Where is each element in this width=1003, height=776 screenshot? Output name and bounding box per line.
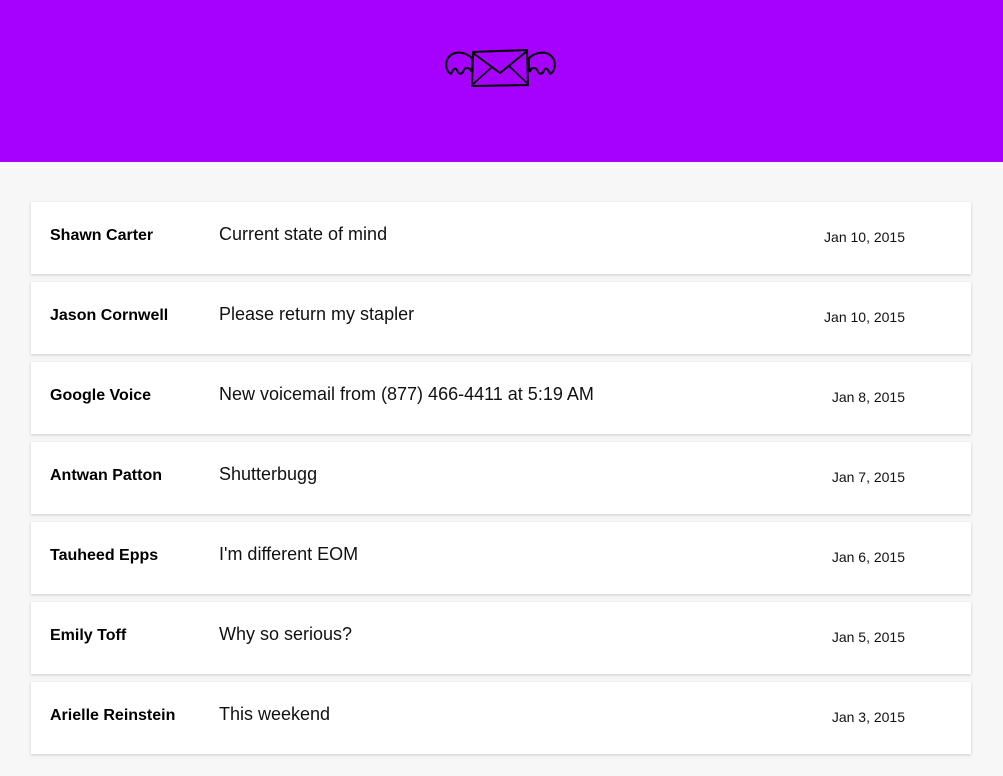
message-sender: Shawn Carter [50,227,154,244]
message-sender: Jason Cornwell [50,307,169,324]
message-subject: Please return my stapler [219,304,415,324]
message-date: Jan 7, 2015 [831,469,905,485]
message-row[interactable]: Shawn Carter Current state of mind Jan 1… [31,202,971,274]
message-sender: Antwan Patton [50,467,162,484]
message-row[interactable]: Tauheed Epps I'm different EOM Jan 6, 20… [31,522,971,594]
message-row[interactable]: Antwan Patton Shutterbugg Jan 7, 2015 [31,442,971,514]
message-row[interactable]: Google Voice New voicemail from (877) 46… [31,362,971,434]
message-date: Jan 10, 2015 [824,229,905,245]
message-date: Jan 10, 2015 [824,309,905,325]
app-header [0,0,1003,162]
message-subject: New voicemail from (877) 466-4411 at 5:1… [219,384,594,404]
message-date: Jan 3, 2015 [831,709,905,725]
message-subject: Current state of mind [219,224,388,244]
message-subject: I'm different EOM [219,544,359,564]
message-date: Jan 5, 2015 [831,629,905,645]
message-sender: Google Voice [50,387,152,404]
message-date: Jan 6, 2015 [831,549,905,565]
message-subject: Shutterbugg [219,464,318,484]
message-sender: Arielle Reinstein [50,707,176,724]
message-subject: This weekend [219,704,331,724]
message-date: Jan 8, 2015 [831,389,905,405]
winged-envelope-icon[interactable] [445,45,557,89]
message-row[interactable]: Jason Cornwell Please return my stapler … [31,282,971,354]
message-sender: Emily Toff [50,627,127,644]
message-row[interactable]: Emily Toff Why so serious? Jan 5, 2015 [31,602,971,674]
message-row[interactable]: Arielle Reinstein This weekend Jan 3, 20… [31,682,971,754]
message-sender: Tauheed Epps [50,547,159,564]
message-subject: Why so serious? [219,624,353,644]
message-list: Shawn Carter Current state of mind Jan 1… [31,202,971,762]
